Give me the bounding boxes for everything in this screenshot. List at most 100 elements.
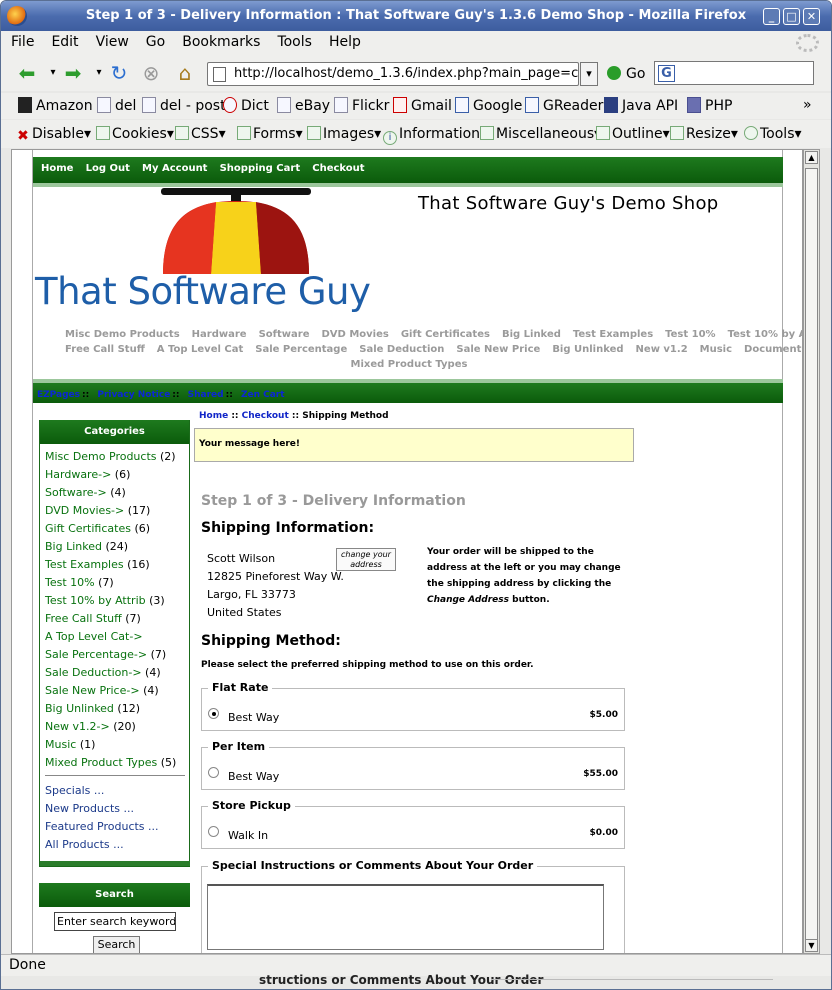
catlink[interactable]: Test Examples (573, 329, 653, 340)
menu-view[interactable]: View (86, 31, 136, 50)
category-item[interactable]: Free Call Stuff (7) (45, 610, 189, 628)
scroll-down-icon[interactable]: ▼ (805, 939, 818, 952)
home-icon[interactable]: ⌂ (173, 62, 197, 84)
nav-checkout[interactable]: Checkout (312, 163, 364, 174)
method-name[interactable]: Walk In (228, 829, 268, 842)
catlink[interactable]: DVD Movies (322, 329, 389, 340)
category-item[interactable]: Big Unlinked (12) (45, 700, 189, 718)
method-name[interactable]: Best Way (228, 711, 279, 724)
stop-icon[interactable]: ⊗ (139, 62, 163, 84)
webdev-cookies[interactable]: Cookies▾ (96, 126, 174, 142)
bookmark-greader[interactable]: GReader (525, 97, 603, 114)
catlink[interactable]: Sale Percentage (255, 344, 347, 355)
webdev-information[interactable]: iInformation▾ (383, 126, 487, 145)
catlink[interactable]: Sale Deduction (359, 344, 444, 355)
webdev-tools[interactable]: Tools▾ (744, 126, 802, 142)
catlink[interactable]: Mixed Product Types (351, 359, 468, 370)
web-search-field[interactable]: G (654, 61, 814, 85)
search-button[interactable]: Search (93, 936, 140, 953)
bookmark-php[interactable]: PHP (687, 97, 732, 114)
bookmark-google[interactable]: Google (455, 97, 522, 114)
nav-my-account[interactable]: My Account (142, 163, 207, 174)
webdev-forms[interactable]: Forms▾ (237, 126, 303, 142)
catlink[interactable]: Hardware (192, 329, 247, 340)
category-item[interactable]: Test Examples (16) (45, 556, 189, 574)
url-field[interactable]: http://localhost/demo_1.3.6/index.php?ma… (207, 62, 579, 86)
maximize-button[interactable]: □ (783, 8, 800, 25)
menu-bookmarks[interactable]: Bookmarks (172, 31, 267, 50)
bookmark-gmail[interactable]: Gmail (393, 97, 452, 114)
forward-icon[interactable]: ➡ (61, 62, 85, 84)
method-name[interactable]: Best Way (228, 770, 279, 783)
catlink[interactable]: Music (700, 344, 732, 355)
back-icon[interactable]: ⬅ (15, 62, 39, 84)
url-dropdown-button[interactable]: ▾ (580, 62, 598, 86)
scroll-thumb[interactable] (805, 168, 818, 940)
menu-edit[interactable]: Edit (41, 31, 85, 50)
specials-link[interactable]: Specials ... (45, 782, 189, 800)
bookmark-ebay[interactable]: eBay (277, 97, 330, 114)
new-products-link[interactable]: New Products ... (45, 800, 189, 818)
nav-shopping-cart[interactable]: Shopping Cart (220, 163, 301, 174)
catlink[interactable]: Test 10% (665, 329, 715, 340)
menu-go[interactable]: Go (136, 31, 172, 50)
webdev-outline[interactable]: Outline▾ (596, 126, 670, 142)
category-item[interactable]: Misc Demo Products (2) (45, 448, 189, 466)
scroll-up-icon[interactable]: ▲ (805, 151, 818, 164)
webdev-resize[interactable]: Resize▾ (670, 126, 738, 142)
catlink[interactable]: Test 10% by Attrib (728, 329, 802, 340)
catlink[interactable]: New v1.2 (636, 344, 688, 355)
bookmarks-overflow-button[interactable]: » (803, 97, 812, 113)
method-radio[interactable] (208, 826, 219, 837)
category-item[interactable]: Test 10% (7) (45, 574, 189, 592)
bookmark-dict[interactable]: Dict (223, 97, 269, 114)
category-item[interactable]: Music (1) (45, 736, 189, 754)
category-item[interactable]: A Top Level Cat-> (45, 628, 189, 646)
logo-text[interactable]: That Software Guy (35, 270, 371, 313)
category-item[interactable]: DVD Movies-> (17) (45, 502, 189, 520)
category-item[interactable]: Test 10% by Attrib (3) (45, 592, 189, 610)
webdev-images[interactable]: Images▾ (307, 126, 381, 142)
webdev-miscellaneous[interactable]: Miscellaneous▾ (480, 126, 601, 142)
ez-zen-cart[interactable]: Zen Cart (241, 390, 285, 400)
webdev-css[interactable]: CSS▾ (175, 126, 226, 142)
vertical-scrollbar[interactable]: ▲ ▼ (803, 149, 820, 954)
category-item[interactable]: Software-> (4) (45, 484, 189, 502)
change-address-button[interactable]: change your address (336, 548, 396, 571)
catlink[interactable]: Software (259, 329, 310, 340)
close-button[interactable]: ✕ (803, 8, 820, 25)
ez-ezpages[interactable]: EZPages (37, 390, 80, 400)
go-button[interactable]: Go (607, 63, 645, 85)
ez-shared[interactable]: Shared (188, 390, 224, 400)
all-products-link[interactable]: All Products ... (45, 836, 189, 854)
bookmark-del-post[interactable]: del - post (142, 97, 226, 114)
bookmark-java-api[interactable]: Java API (604, 97, 678, 114)
category-item[interactable]: New v1.2-> (20) (45, 718, 189, 736)
category-item[interactable]: Mixed Product Types (5) (45, 754, 189, 772)
catlink[interactable]: Free Call Stuff (65, 344, 145, 355)
catlink[interactable]: A Top Level Cat (157, 344, 243, 355)
catlink[interactable]: Sale New Price (456, 344, 540, 355)
reload-icon[interactable]: ↻ (107, 62, 131, 84)
search-input[interactable]: Enter search keywords h (54, 912, 176, 931)
menu-help[interactable]: Help (319, 31, 368, 50)
google-icon[interactable]: G (658, 65, 675, 82)
comments-textarea[interactable] (207, 884, 604, 950)
category-item[interactable]: Gift Certificates (6) (45, 520, 189, 538)
category-item[interactable]: Sale New Price-> (4) (45, 682, 189, 700)
method-radio[interactable] (208, 708, 219, 719)
menu-tools[interactable]: Tools (267, 31, 319, 50)
breadcrumb-checkout[interactable]: Checkout (242, 411, 289, 421)
bookmark-del[interactable]: del (97, 97, 136, 114)
category-item[interactable]: Hardware-> (6) (45, 466, 189, 484)
catlink[interactable]: Documents (744, 344, 802, 355)
catlink[interactable]: Big Linked (502, 329, 561, 340)
featured-products-link[interactable]: Featured Products ... (45, 818, 189, 836)
category-item[interactable]: Big Linked (24) (45, 538, 189, 556)
catlink[interactable]: Gift Certificates (401, 329, 490, 340)
category-item[interactable]: Sale Percentage-> (7) (45, 646, 189, 664)
catlink[interactable]: Big Unlinked (552, 344, 623, 355)
catlink[interactable]: Misc Demo Products (65, 329, 180, 340)
nav-log-out[interactable]: Log Out (86, 163, 130, 174)
ez-privacy-notice[interactable]: Privacy Notice (97, 390, 170, 400)
